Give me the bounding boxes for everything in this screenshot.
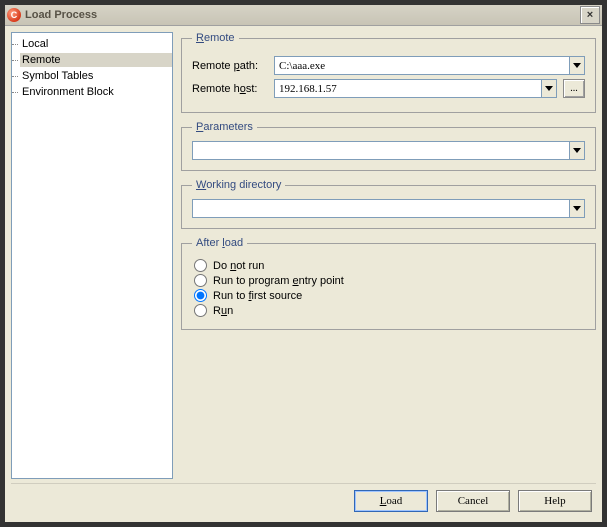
parameters-group: Parameters (181, 121, 596, 171)
radio-donotrun-label: Do not run (213, 260, 264, 272)
radio-entry[interactable] (194, 274, 207, 287)
afterload-option-donotrun[interactable]: Do not run (194, 259, 585, 272)
afterload-option-firstsource[interactable]: Run to first source (194, 289, 585, 302)
chevron-down-icon (545, 86, 553, 92)
remote-legend: Remote (192, 32, 239, 44)
settings-panel: Remote Remote path: Remote host: (181, 32, 596, 479)
ellipsis-icon: ... (570, 83, 578, 94)
radio-run-label: Run (213, 305, 233, 317)
window-title: Load Process (25, 9, 580, 21)
remote-host-drop[interactable] (541, 79, 557, 98)
help-button[interactable]: Help (518, 490, 592, 512)
upper-area: Local Remote Symbol Tables Environment B… (11, 32, 596, 479)
load-button[interactable]: Load (354, 490, 428, 512)
tree-item-remote[interactable]: Remote (20, 53, 172, 67)
category-tree[interactable]: Local Remote Symbol Tables Environment B… (11, 32, 173, 479)
chevron-down-icon (573, 148, 581, 154)
afterload-option-run[interactable]: Run (194, 304, 585, 317)
button-bar: Load Cancel Help (11, 483, 596, 516)
workdir-legend: Working directory (192, 179, 285, 191)
afterload-option-entry[interactable]: Run to program entry point (194, 274, 585, 287)
remote-group: Remote Remote path: Remote host: (181, 32, 596, 113)
remote-host-input[interactable] (274, 79, 541, 98)
chevron-down-icon (573, 206, 581, 212)
afterload-group: After load Do not run Run to program ent… (181, 237, 596, 330)
radio-firstsource[interactable] (194, 289, 207, 302)
workdir-group: Working directory (181, 179, 596, 229)
parameters-input[interactable] (192, 141, 569, 160)
remote-path-row: Remote path: (192, 56, 585, 75)
chevron-down-icon (573, 63, 581, 69)
remote-host-combo (274, 79, 557, 98)
client-area: Local Remote Symbol Tables Environment B… (5, 26, 602, 522)
remote-host-label: Remote host: (192, 83, 268, 95)
remote-path-combo (274, 56, 585, 75)
workdir-combo (192, 199, 585, 218)
radio-donotrun[interactable] (194, 259, 207, 272)
close-icon: × (587, 10, 593, 21)
radio-run[interactable] (194, 304, 207, 317)
parameters-combo (192, 141, 585, 160)
workdir-input[interactable] (192, 199, 569, 218)
tree-item-local[interactable]: Local (20, 37, 172, 51)
radio-firstsource-label: Run to first source (213, 290, 302, 302)
remote-host-browse-button[interactable]: ... (563, 79, 585, 98)
afterload-legend: After load (192, 237, 247, 249)
workdir-drop[interactable] (569, 199, 585, 218)
remote-path-label: Remote path: (192, 60, 268, 72)
remote-path-input[interactable] (274, 56, 569, 75)
close-button[interactable]: × (580, 6, 600, 24)
remote-host-row: Remote host: ... (192, 79, 585, 98)
parameters-drop[interactable] (569, 141, 585, 160)
cancel-button[interactable]: Cancel (436, 490, 510, 512)
radio-entry-label: Run to program entry point (213, 275, 344, 287)
tree-item-symbol[interactable]: Symbol Tables (20, 69, 172, 83)
parameters-legend: Parameters (192, 121, 257, 133)
load-process-dialog: C Load Process × Local Remote Symbol Tab… (0, 0, 607, 527)
title-bar: C Load Process × (5, 5, 602, 26)
remote-path-drop[interactable] (569, 56, 585, 75)
tree-item-environment[interactable]: Environment Block (20, 85, 172, 99)
app-icon: C (7, 8, 21, 22)
